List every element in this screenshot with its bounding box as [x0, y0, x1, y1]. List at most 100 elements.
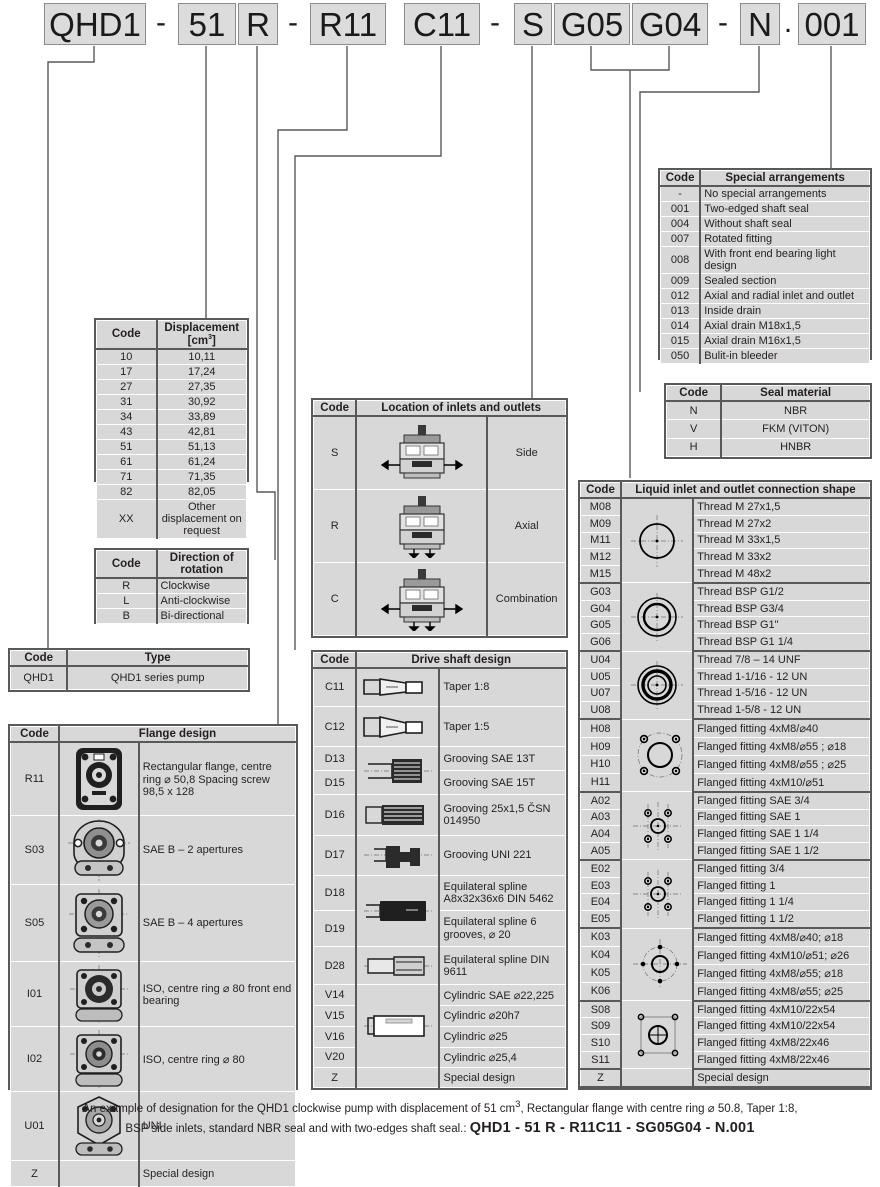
row-code: 014: [660, 318, 702, 334]
row-code: K06: [579, 981, 622, 1002]
row-value: Bulit-in bleeder: [699, 348, 871, 364]
row-code: 34: [96, 408, 158, 425]
row-value: Thread 1-5/8 - 12 UN: [692, 701, 871, 721]
row-code: N: [666, 400, 723, 421]
connection-row: U04 Thread 7/8 – 14 UNF: [579, 650, 871, 720]
location-icon-pump-side-ports: [355, 415, 489, 490]
shaft-icon-none: [355, 1067, 441, 1088]
row-code: D28: [313, 946, 358, 986]
shaft-row: D18 Equilateral spline A8x32x36x6 DIN 546…: [313, 874, 567, 948]
row-code: 050: [660, 348, 702, 364]
special-row: 004 Without shaft seal: [660, 216, 871, 232]
row-value: With front end bearing light design: [699, 246, 871, 274]
row-value: Flanged fitting SAE 1 1/4: [692, 825, 871, 844]
row-code: H10: [579, 754, 622, 774]
special-row: 050 Bulit-in bleeder: [660, 348, 871, 364]
row-code: 82: [96, 483, 158, 500]
row-code: K05: [579, 963, 622, 983]
connection-icon-flanged-4bolt-round: [620, 718, 695, 793]
row-code: C: [313, 561, 358, 637]
row-code: M08: [579, 497, 622, 516]
connection-icon-flanged-rect-4bolt: [620, 1000, 695, 1070]
connection-icon-flanged-sae-square: [620, 791, 695, 861]
example-designation-code: QHD1 - 51 R - R11C11 - SG05G04 - N.001: [469, 1119, 755, 1136]
flange-row: Z Special design: [9, 1160, 296, 1187]
location-row: R Axial: [313, 488, 567, 563]
connection-row: H08 Flanged fitting 4xM8/⌀40: [579, 718, 871, 793]
row-code: Z: [313, 1067, 358, 1088]
row-code: 001: [660, 201, 702, 217]
designation-code-header: QHD1-51 R - R11 C11- S G05 G04- N. 001: [0, 0, 880, 46]
shaft-row: D28 Equilateral spline DIN 9611: [313, 946, 567, 986]
displacement-row: 61 61,24: [96, 453, 247, 470]
row-code: S08: [579, 1000, 622, 1019]
row-code: H11: [579, 772, 622, 793]
shaft-icon-shaft-cylindric: [355, 984, 441, 1069]
displacement-row: 43 42,81: [96, 423, 247, 440]
flange-header-value: Flange design: [58, 726, 296, 743]
shaft-icon-shaft-spline-sae: [355, 746, 441, 796]
row-code: XX: [96, 498, 158, 539]
shaft-icon-shaft-spline-din5462: [355, 874, 441, 948]
row-value: Flanged fitting 4xM8/⌀40; ⌀18: [692, 927, 871, 947]
row-code: M12: [579, 548, 622, 567]
row-value: Flanged fitting 4xM8/22x46: [692, 1034, 871, 1052]
special-row: 009 Sealed section: [660, 273, 871, 289]
displacement-header-code: Code: [96, 319, 158, 350]
code-segment-n: N: [740, 3, 780, 45]
row-code: -: [660, 185, 702, 202]
shaft-row: C11 Taper 1:8: [313, 667, 567, 707]
row-value: Without shaft seal: [699, 216, 871, 232]
rotation-table: Code Direction of rotation R Clockwise L An…: [94, 548, 249, 624]
connection-row: A02 Flanged fitting SAE 3/4: [579, 791, 871, 861]
row-value: Bi-directional: [156, 608, 247, 624]
row-value: Flanged fitting 4xM8/⌀55 ; ⌀25: [692, 754, 871, 774]
shaft-icon-shaft-spline-din9611: [355, 946, 441, 986]
row-code: QHD1: [10, 665, 69, 690]
row-value: Grooving 25x1,5 ČSN 014950: [438, 794, 567, 836]
row-value: Flanged fitting 4xM8/⌀55; ⌀25: [692, 981, 871, 1002]
row-value: Thread BSP G1": [692, 616, 871, 635]
row-value: Thread 7/8 – 14 UNF: [692, 650, 871, 669]
connection-row: K03 Flanged fitting 4xM8/⌀40; ⌀18: [579, 927, 871, 1002]
row-code: A04: [579, 825, 622, 844]
row-value: Thread 1-5/16 - 12 UN: [692, 684, 871, 703]
row-code: B: [96, 608, 158, 624]
row-code: M11: [579, 531, 622, 550]
row-code: D15: [313, 770, 358, 796]
row-code: R: [313, 488, 358, 563]
row-code: 013: [660, 303, 702, 319]
code-segment-r11: R11: [310, 3, 386, 45]
location-header-code: Code: [313, 400, 358, 417]
displacement-row: 27 27,35: [96, 378, 247, 395]
flange-icon-flange-sae-2: [58, 815, 140, 885]
row-code: G05: [579, 616, 622, 635]
flange-table: Code Flange design R11 Rectangular flange…: [8, 724, 298, 1187]
connection-row: M08 Thread M 27x1,5: [579, 497, 871, 584]
flange-icon-none: [58, 1160, 140, 1187]
row-value: 82,05: [156, 483, 247, 500]
rotation-header-value: Direction of rotation: [156, 550, 247, 579]
connection-header-code: Code: [579, 482, 622, 499]
row-code: S: [313, 415, 358, 490]
row-value: Cylindric ⌀25,4: [438, 1046, 567, 1069]
rotation-row: B Bi-directional: [96, 608, 247, 624]
row-value: Combination: [486, 561, 567, 637]
row-value: Thread M 27x1,5: [692, 497, 871, 516]
location-table: Code Location of inlets and outlets S Sid…: [311, 398, 568, 638]
row-code: K04: [579, 945, 622, 965]
rotation-row: L Anti-clockwise: [96, 593, 247, 609]
row-value: SAE B – 2 apertures: [138, 815, 296, 885]
row-code: E05: [579, 910, 622, 930]
shaft-row: V20 Cylindric ⌀25,4: [313, 1046, 567, 1069]
row-code: 61: [96, 453, 158, 470]
flange-header-code: Code: [9, 726, 60, 743]
row-value: FKM (VITON): [720, 419, 871, 439]
row-value: Cylindric ⌀25: [438, 1025, 567, 1048]
row-value: Flanged fitting 4xM10/22x54: [692, 1000, 871, 1019]
row-value: No special arrangements: [699, 185, 871, 202]
code-segment-r: R: [238, 3, 278, 45]
row-value: Flanged fitting 4xM8/⌀55 ; ⌀18: [692, 737, 871, 756]
row-code: S09: [579, 1017, 622, 1036]
row-code: D13: [313, 746, 358, 772]
